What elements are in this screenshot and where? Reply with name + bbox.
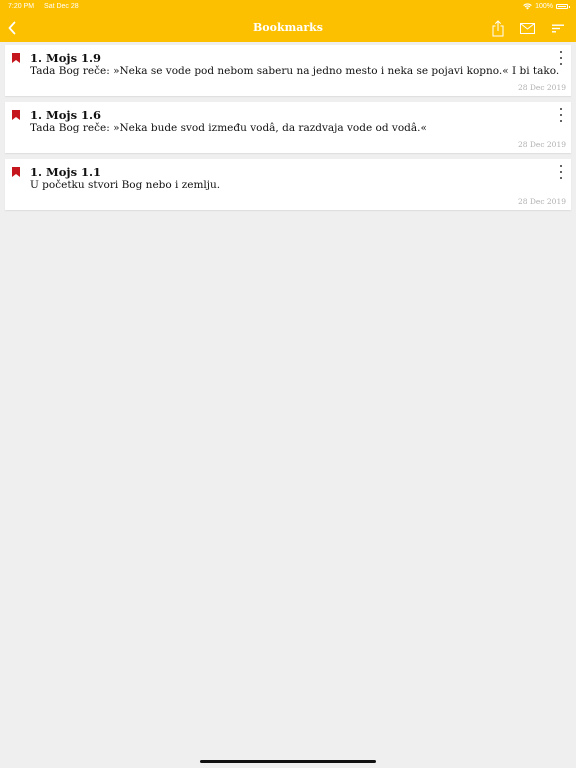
nav-bar: Bookmarks — [0, 14, 576, 42]
status-time: 7:20 PM — [8, 3, 35, 10]
battery-percent: 100% — [535, 3, 553, 10]
share-button[interactable] — [488, 19, 508, 37]
status-bar: 7:20 PM Sat Dec 28 100% — [0, 0, 576, 14]
bookmark-date: 28 Dec 2019 — [517, 140, 566, 149]
verse-text: Tada Bog reče: »Neka bude svod između vo… — [30, 122, 427, 134]
status-date: Sat Dec 28 — [44, 3, 79, 10]
bookmark-date: 28 Dec 2019 — [517, 197, 566, 206]
bookmark-list: 1. Mojs 1.9 Tada Bog reče: »Neka se vode… — [5, 45, 571, 216]
bookmark-date: 28 Dec 2019 — [517, 83, 566, 92]
verse-text: U početku stvori Bog nebo i zemlju. — [30, 179, 221, 191]
wifi-icon — [523, 3, 532, 10]
bookmark-icon — [12, 110, 20, 120]
more-options-icon[interactable] — [557, 51, 565, 65]
verse-reference: 1. Mojs 1.9 — [30, 51, 102, 65]
share-icon — [492, 19, 504, 36]
verse-text: Tada Bog reče: »Neka se vode pod nebom s… — [30, 65, 560, 77]
more-options-icon[interactable] — [557, 165, 565, 179]
bookmark-card[interactable]: 1. Mojs 1.9 Tada Bog reče: »Neka se vode… — [5, 45, 571, 96]
battery-icon — [556, 4, 570, 9]
bookmark-card[interactable]: 1. Mojs 1.6 Tada Bog reče: »Neka bude sv… — [5, 102, 571, 153]
mail-button[interactable] — [517, 19, 537, 37]
bookmark-icon — [12, 167, 20, 177]
sort-icon — [552, 24, 564, 32]
more-options-icon[interactable] — [557, 108, 565, 122]
verse-reference: 1. Mojs 1.1 — [30, 165, 102, 179]
home-indicator[interactable] — [200, 760, 376, 763]
bookmark-card[interactable]: 1. Mojs 1.1 U početku stvori Bog nebo i … — [5, 159, 571, 210]
verse-reference: 1. Mojs 1.6 — [30, 108, 102, 122]
bookmark-icon — [12, 53, 20, 63]
mail-icon — [519, 22, 535, 34]
sort-button[interactable] — [548, 19, 568, 37]
